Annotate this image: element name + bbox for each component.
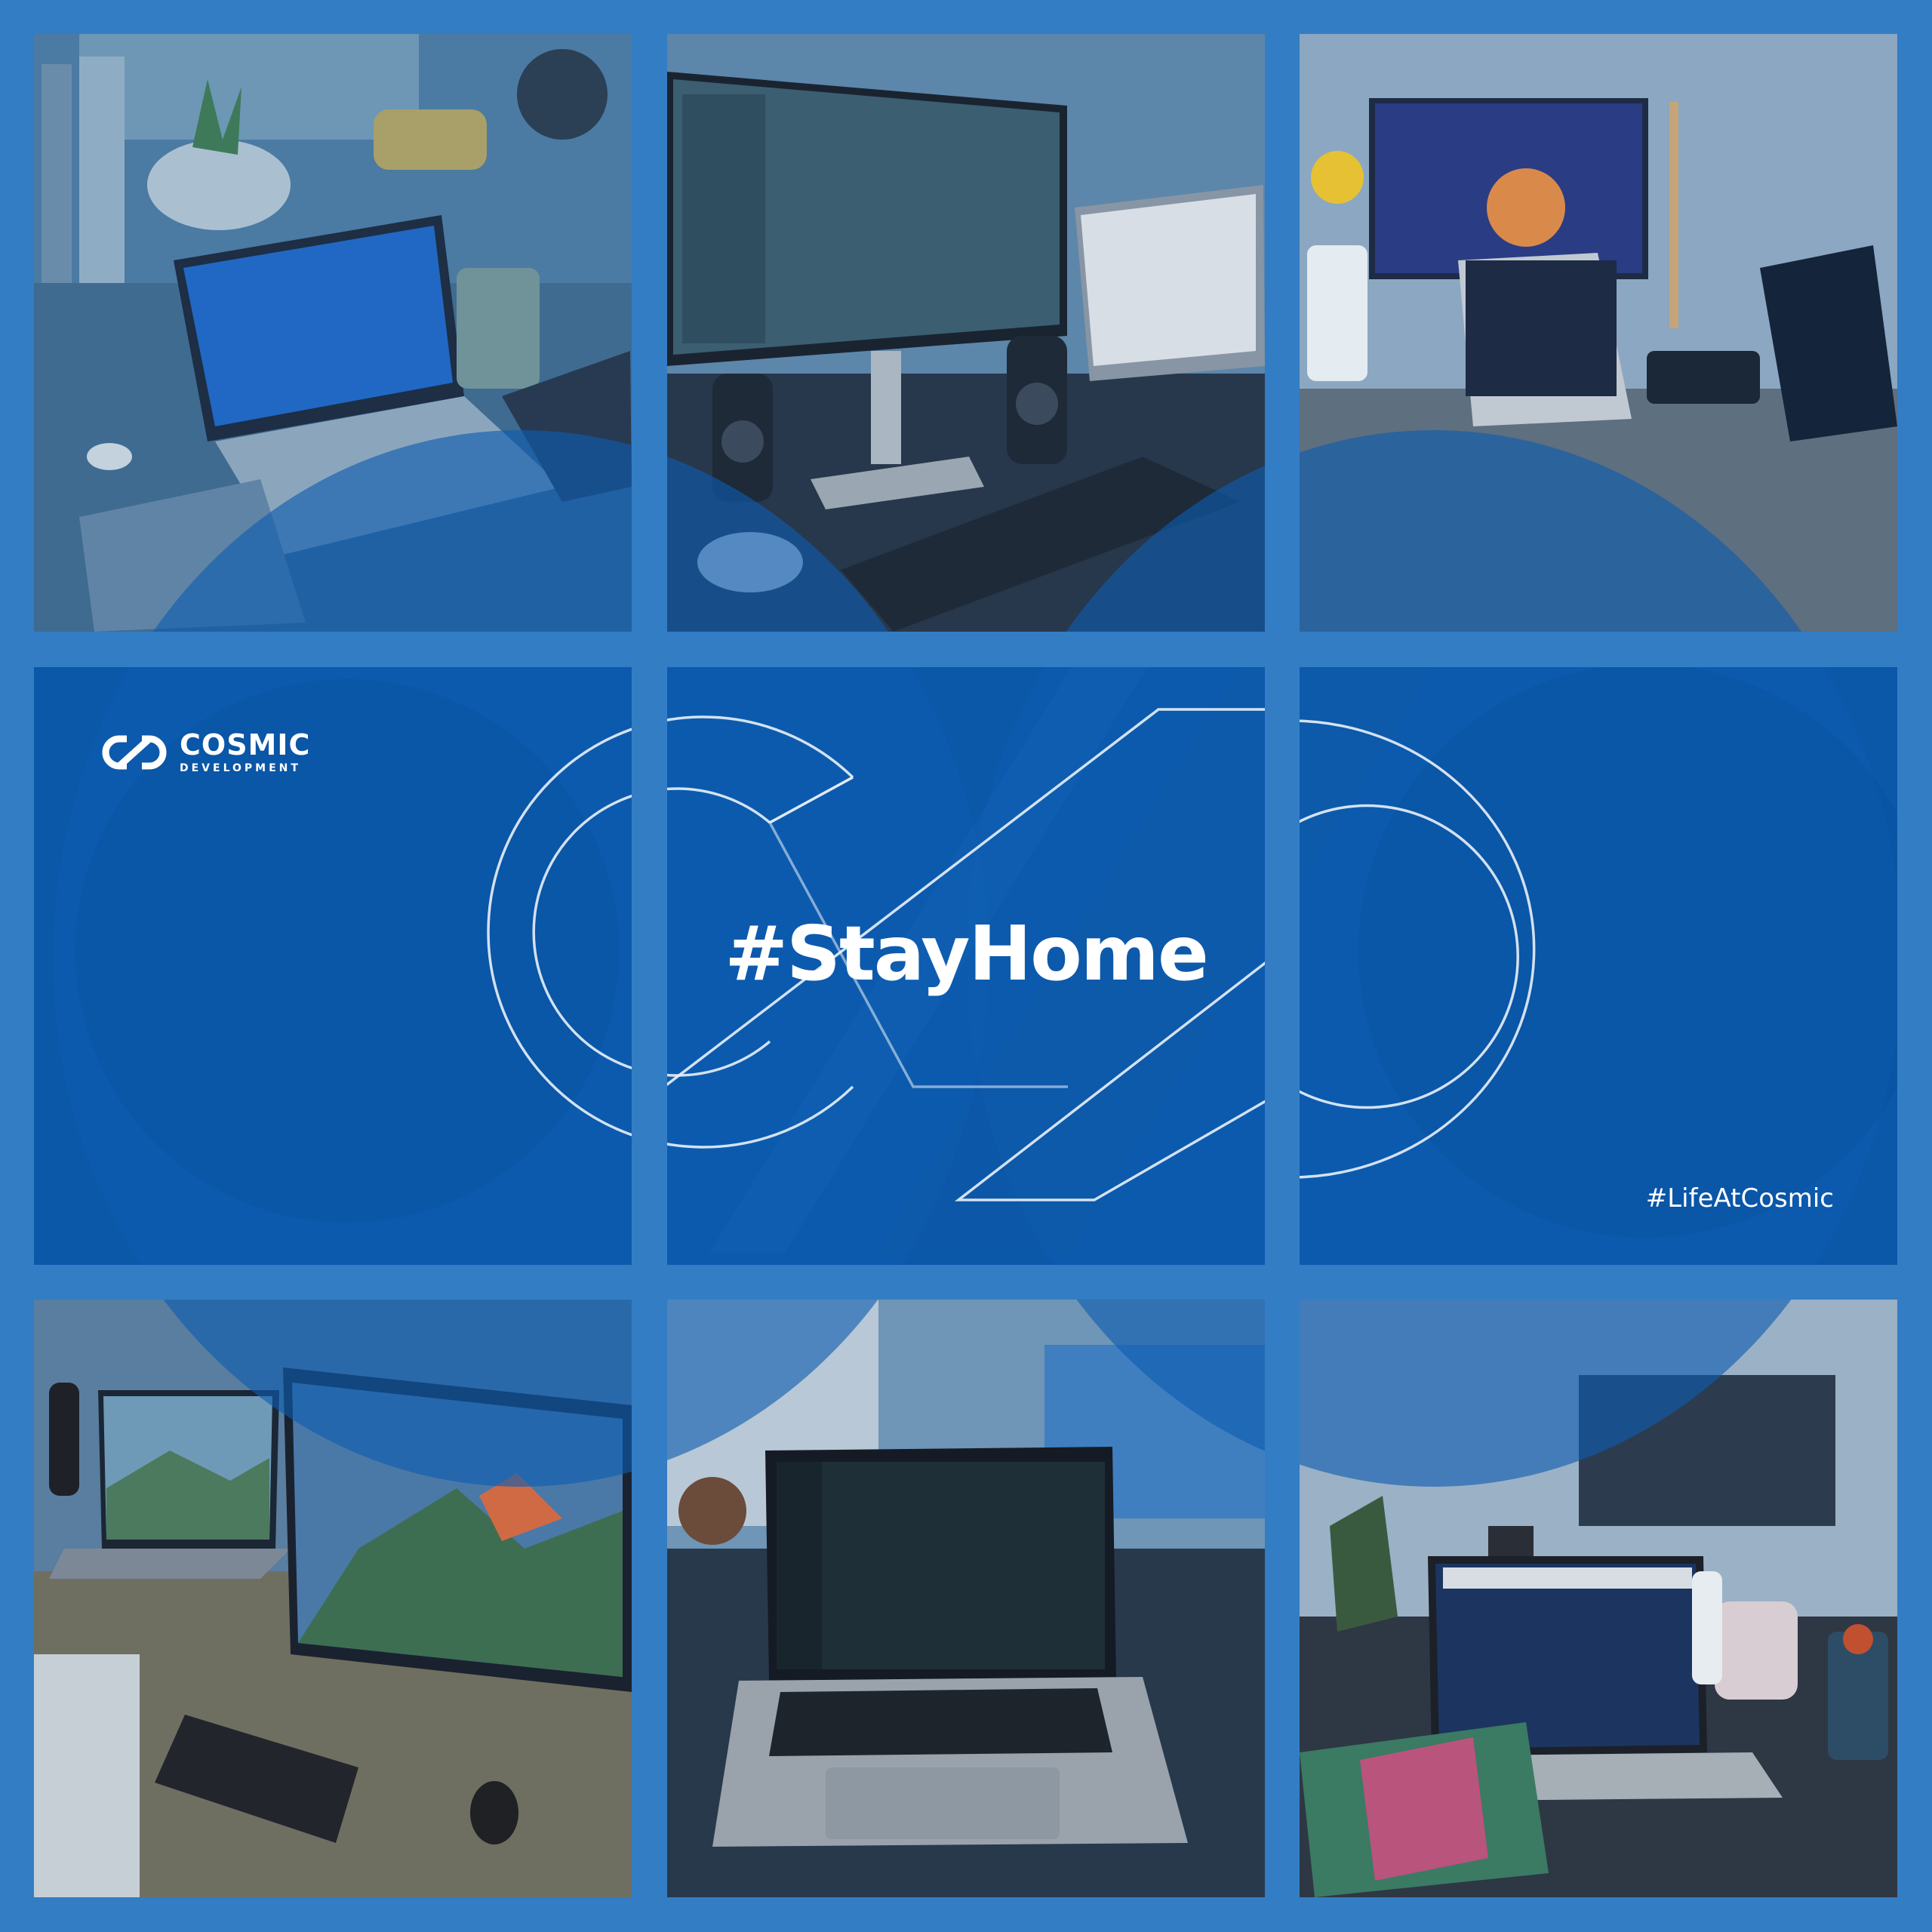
brand-wordmark: COSMIC DEVELOPMENT xyxy=(180,731,310,774)
photo-tile-2 xyxy=(667,34,1265,632)
infinity-link-logo-icon xyxy=(102,735,167,769)
brand-subtitle: DEVELOPMENT xyxy=(180,762,301,774)
laptop-and-big-monitor-photo xyxy=(34,1300,632,1897)
laptop-on-desk-photo xyxy=(34,34,632,632)
collage: COSMIC DEVELOPMENT #StayHome #LifeAtCosm… xyxy=(0,0,1932,1932)
monitor-with-laptop-photo xyxy=(1300,34,1897,632)
brand-tile-right xyxy=(1300,667,1897,1265)
life-at-cosmic-hashtag: #LifeAtCosmic xyxy=(1645,1183,1834,1214)
stay-home-headline: #StayHome xyxy=(724,909,1209,998)
laptop-with-mug-photo xyxy=(1300,1300,1897,1897)
photo-tile-6 xyxy=(1300,1300,1897,1897)
photo-tile-3 xyxy=(1300,34,1897,632)
photo-tile-4 xyxy=(34,1300,632,1897)
photo-tile-1 xyxy=(34,34,632,632)
dual-monitor-setup-photo xyxy=(667,34,1265,632)
photo-tile-5 xyxy=(667,1300,1265,1897)
brand-logo: COSMIC DEVELOPMENT xyxy=(97,731,310,774)
brand-name: COSMIC xyxy=(180,728,311,761)
macbook-code-editor-photo xyxy=(667,1300,1265,1897)
